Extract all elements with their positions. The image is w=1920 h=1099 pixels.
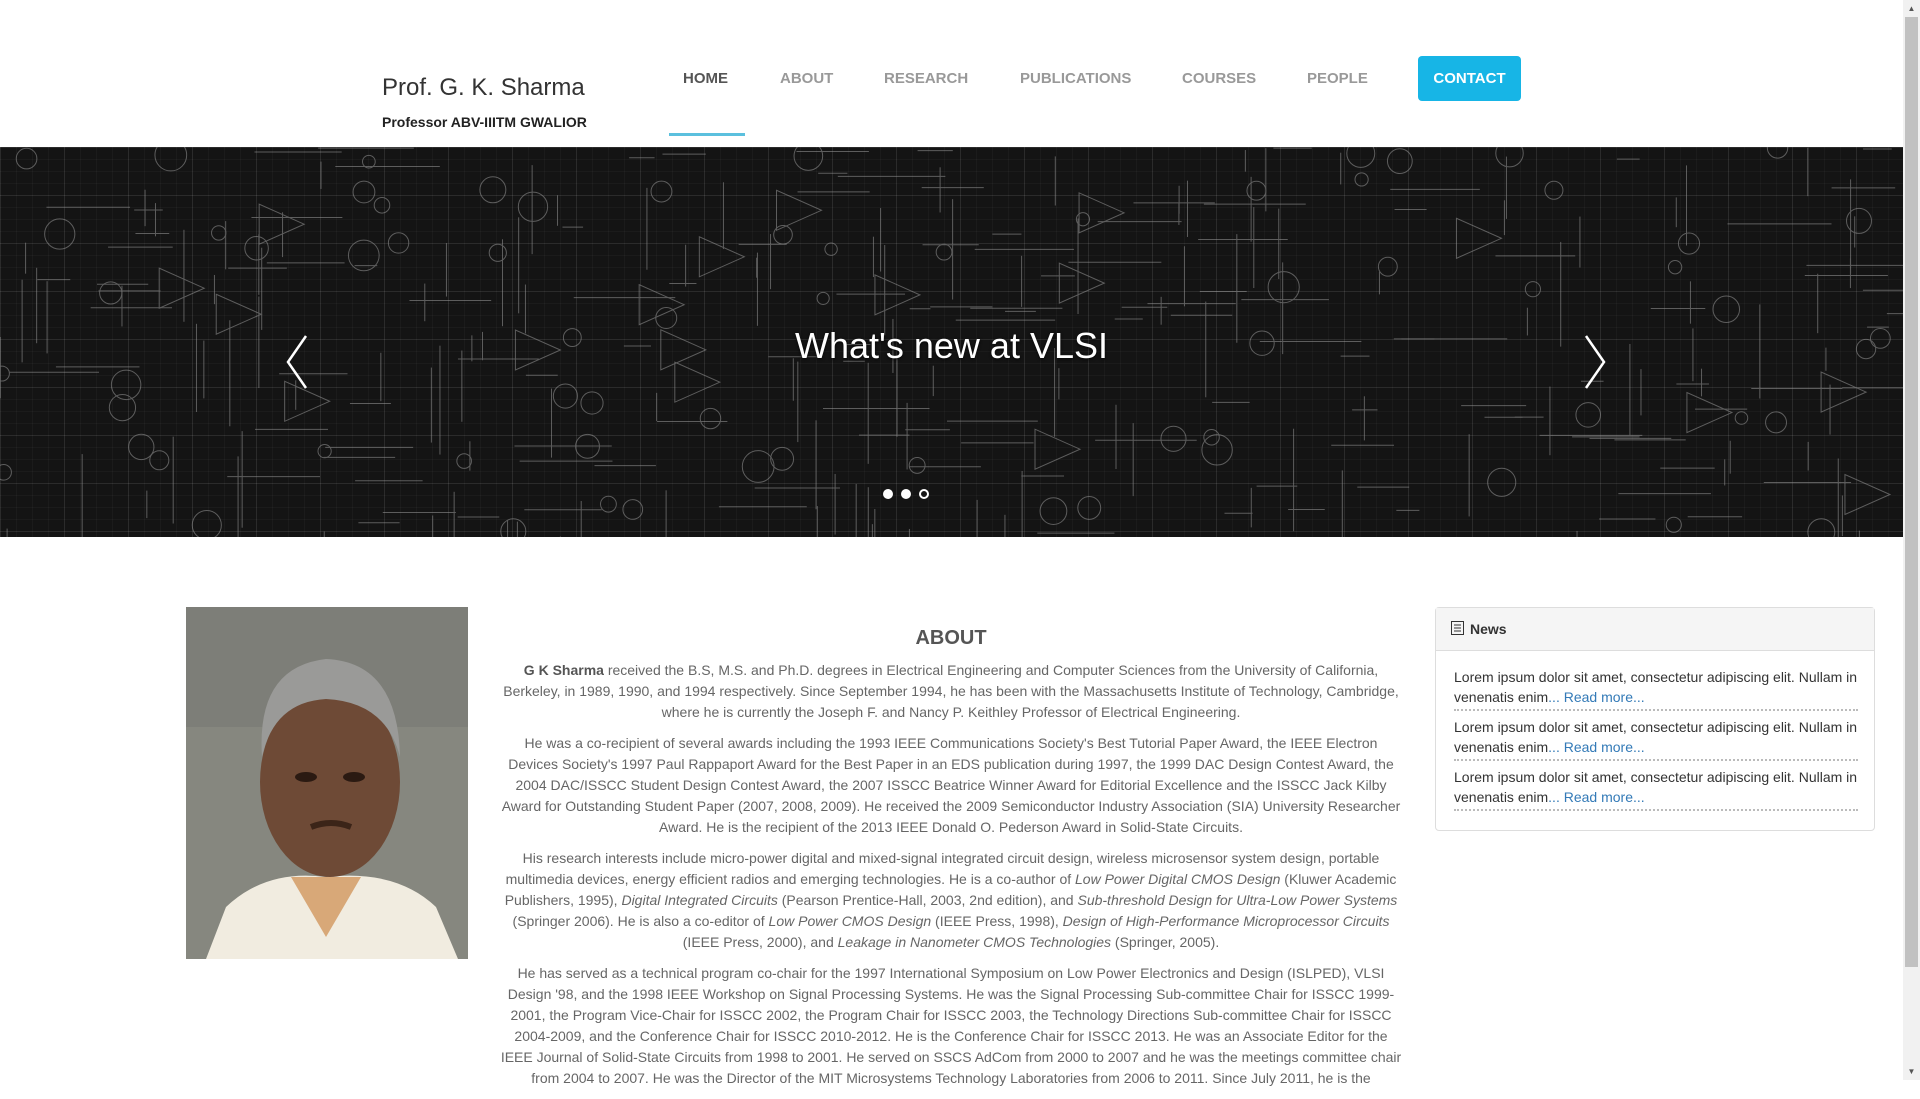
nav-about[interactable]: ABOUT	[780, 70, 833, 87]
book-title: Design of High-Performance Microprocesso…	[1062, 913, 1390, 929]
carousel-dot-3[interactable]	[919, 489, 929, 499]
book-title: Low Power Digital CMOS Design	[1075, 871, 1281, 887]
profile-photo	[186, 607, 468, 959]
news-item: Lorem ipsum dolor sit amet, consectetur …	[1454, 667, 1858, 711]
scroll-thumb[interactable]	[1905, 17, 1918, 967]
contact-button[interactable]: CONTACT	[1418, 56, 1521, 101]
news-item: Lorem ipsum dolor sit amet, consectetur …	[1454, 717, 1858, 761]
nav-people[interactable]: PEOPLE	[1307, 70, 1368, 87]
hero-carousel: What's new at VLSI	[0, 147, 1903, 537]
chevron-right-icon	[1584, 335, 1606, 389]
about-p3-text: (IEEE Press, 2000), and	[682, 934, 838, 950]
scroll-down-icon[interactable]: ▼	[1903, 1063, 1920, 1080]
book-title: Low Power CMOS Design	[768, 913, 932, 929]
about-p3-text: (Springer 2006). He is also a co-editor …	[512, 913, 769, 929]
brand-subtitle: Professor ABV-IIITM GWALIOR	[382, 114, 587, 130]
carousel-dot-2[interactable]	[901, 489, 911, 499]
carousel-next-button[interactable]	[1580, 332, 1610, 392]
book-title: Leakage in Nanometer CMOS Technologies	[837, 934, 1112, 950]
nav-home[interactable]: HOME	[683, 70, 728, 87]
document-list-icon	[1451, 620, 1464, 638]
about-p3-text: (IEEE Press, 1998),	[931, 913, 1063, 929]
read-more-link[interactable]: ... Read more...	[1548, 789, 1644, 805]
about-name: G K Sharma	[523, 662, 604, 678]
page-scrollbar[interactable]: ▲ ▼	[1903, 0, 1920, 1080]
nav-active-indicator	[669, 133, 745, 136]
book-title: Digital Integrated Circuits	[621, 892, 778, 908]
book-title: Sub-threshold Design for Ultra-Low Power…	[1077, 892, 1398, 908]
brand-name[interactable]: Prof. G. K. Sharma	[382, 74, 585, 102]
chevron-left-icon	[286, 335, 308, 389]
about-paragraph-2: He was a co-recipient of several awards …	[501, 735, 1401, 835]
about-p3-text: (Pearson Prentice-Hall, 2003, 2nd editio…	[777, 892, 1078, 908]
about-paragraph-3: His research interests include micro-pow…	[498, 848, 1404, 953]
read-more-link[interactable]: ... Read more...	[1548, 689, 1644, 705]
about-paragraph-1: G K Sharma received the B.S, M.S. and Ph…	[498, 660, 1404, 723]
nav-publications[interactable]: PUBLICATIONS	[1020, 70, 1131, 87]
carousel-prev-button[interactable]	[282, 332, 312, 392]
news-item: Lorem ipsum dolor sit amet, consectetur …	[1454, 767, 1858, 811]
about-p3-text: (Springer, 2005).	[1111, 934, 1220, 950]
about-section: ABOUT G K Sharma received the B.S, M.S. …	[498, 626, 1404, 1099]
nav-courses[interactable]: COURSES	[1182, 70, 1256, 87]
nav-research[interactable]: RESEARCH	[884, 70, 968, 87]
news-header: News	[1436, 608, 1874, 651]
about-heading: ABOUT	[915, 627, 987, 649]
scroll-up-icon[interactable]: ▲	[1903, 0, 1920, 17]
about-p1-text: received the B.S, M.S. and Ph.D. degrees…	[503, 662, 1399, 720]
carousel-dot-1[interactable]	[883, 489, 893, 499]
news-title: News	[1470, 621, 1507, 637]
news-panel: News Lorem ipsum dolor sit amet, consect…	[1435, 607, 1875, 831]
carousel-indicators	[883, 489, 929, 499]
about-paragraph-4: He has served as a technical program co-…	[500, 965, 1402, 1086]
read-more-link[interactable]: ... Read more...	[1548, 739, 1644, 755]
site-header: Prof. G. K. Sharma Professor ABV-IIITM G…	[0, 0, 1903, 147]
